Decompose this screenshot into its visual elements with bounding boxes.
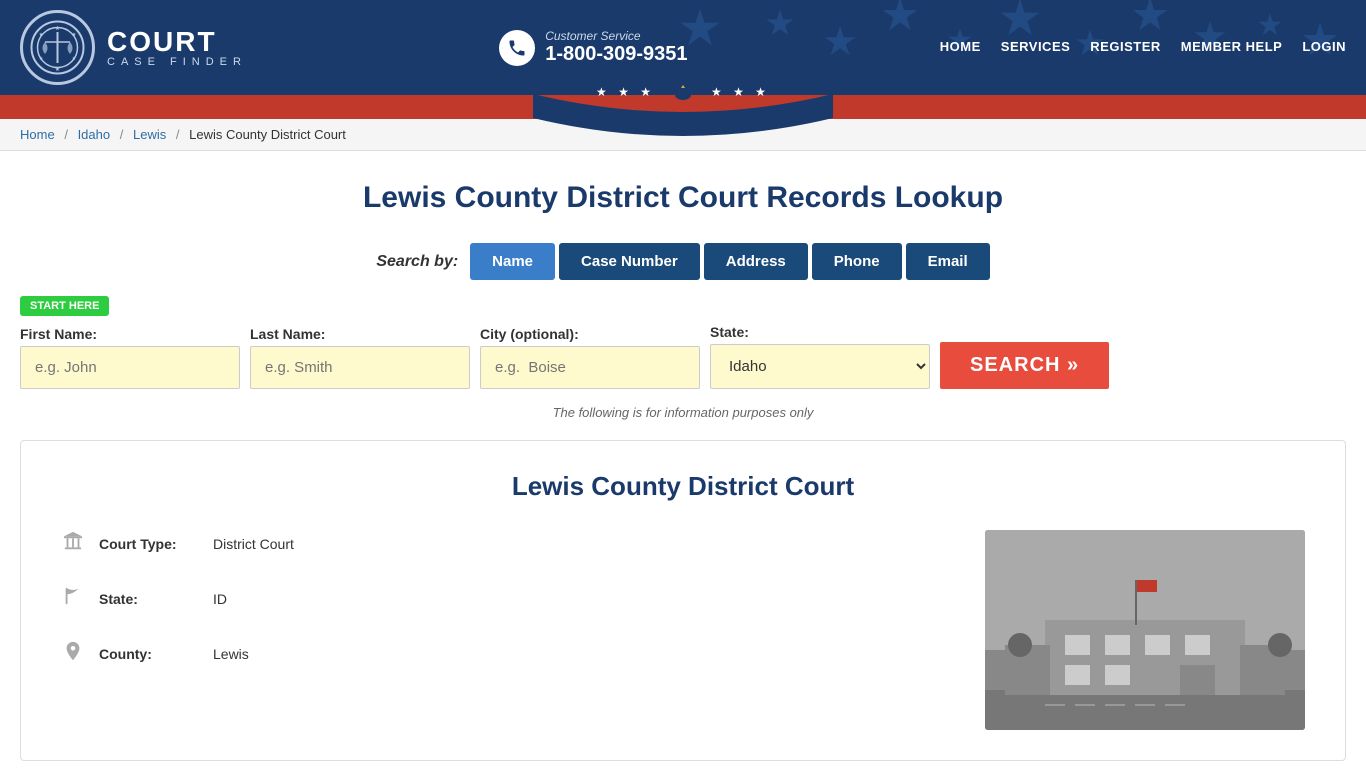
ribbon-area: ★ ★ ★ ★ ★ ★ (0, 95, 1366, 119)
svg-text:★: ★ (55, 25, 60, 32)
breadcrumb-sep-3: / (176, 127, 180, 142)
search-form-area: START HERE First Name: Last Name: City (… (20, 296, 1346, 389)
court-type-value: District Court (213, 536, 294, 552)
county-row: County: Lewis (61, 640, 945, 667)
state-label: State: (710, 324, 930, 340)
search-button[interactable]: SEARCH » (940, 342, 1109, 389)
breadcrumb-sep-1: / (64, 127, 68, 142)
first-name-input[interactable] (20, 346, 240, 389)
city-group: City (optional): (480, 326, 700, 389)
breadcrumb-home[interactable]: Home (20, 127, 55, 142)
stars-left: ★ ★ ★ (596, 85, 655, 99)
tab-case-number[interactable]: Case Number (559, 243, 700, 280)
tab-address[interactable]: Address (704, 243, 808, 280)
county-icon (61, 640, 85, 667)
breadcrumb-current: Lewis County District Court (189, 127, 346, 142)
svg-text:★: ★ (72, 32, 77, 38)
first-name-group: First Name: (20, 326, 240, 389)
nav-register[interactable]: REGISTER (1090, 39, 1160, 56)
state-detail-value: ID (213, 591, 227, 607)
logo-court: COURT (107, 28, 247, 56)
page-title: Lewis County District Court Records Look… (20, 181, 1346, 215)
customer-service: Customer Service 1-800-309-9351 (499, 29, 687, 66)
cs-label: Customer Service (545, 29, 687, 43)
svg-text:★: ★ (764, 4, 795, 43)
city-label: City (optional): (480, 326, 700, 342)
main-content: Lewis County District Court Records Look… (0, 151, 1366, 781)
cs-phone: 1-800-309-9351 (545, 43, 687, 66)
svg-text:★: ★ (1130, 0, 1170, 40)
logo-badge: ★ ★ ★ ★ ★ ★ (20, 10, 95, 85)
court-type-label: Court Type: (99, 536, 199, 552)
svg-text:★: ★ (39, 32, 44, 38)
nav-login[interactable]: LOGIN (1302, 39, 1346, 56)
nav-home[interactable]: HOME (940, 39, 981, 56)
start-here-badge: START HERE (20, 296, 109, 316)
court-card: Lewis County District Court (20, 440, 1346, 761)
stars-right: ★ ★ ★ (711, 85, 770, 99)
state-detail-label: State: (99, 591, 199, 607)
city-input[interactable] (480, 346, 700, 389)
customer-service-text: Customer Service 1-800-309-9351 (545, 29, 687, 66)
court-building-image (985, 530, 1305, 730)
breadcrumb-lewis[interactable]: Lewis (133, 127, 166, 142)
tab-email[interactable]: Email (906, 243, 990, 280)
logo-area: ★ ★ ★ ★ ★ ★ COURT CASE FINDER (20, 10, 247, 85)
svg-text:★: ★ (55, 66, 60, 73)
state-select[interactable]: Idaho (710, 344, 930, 389)
court-details: Court Type: District Court State: ID (61, 530, 945, 730)
logo-svg: ★ ★ ★ ★ ★ ★ (30, 20, 85, 75)
last-name-group: Last Name: (250, 326, 470, 389)
svg-text:★: ★ (822, 20, 858, 64)
county-label: County: (99, 646, 199, 662)
state-group: State: Idaho (710, 324, 930, 389)
logo-text: COURT CASE FINDER (107, 28, 247, 68)
breadcrumb-sep-2: / (120, 127, 124, 142)
state-row: State: ID (61, 585, 945, 612)
svg-text:★: ★ (72, 56, 77, 62)
court-type-icon (61, 530, 85, 557)
nav-services[interactable]: SERVICES (1001, 39, 1071, 56)
search-form-row: First Name: Last Name: City (optional): … (20, 324, 1346, 389)
court-card-title: Lewis County District Court (61, 471, 1305, 502)
svg-text:★: ★ (1257, 9, 1284, 42)
tab-name[interactable]: Name (470, 243, 555, 280)
last-name-label: Last Name: (250, 326, 470, 342)
main-nav: HOME SERVICES REGISTER MEMBER HELP LOGIN (940, 39, 1346, 56)
search-by-label: Search by: (376, 253, 458, 271)
state-icon (61, 585, 85, 612)
court-type-row: Court Type: District Court (61, 530, 945, 557)
last-name-input[interactable] (250, 346, 470, 389)
first-name-label: First Name: (20, 326, 240, 342)
info-text: The following is for information purpose… (20, 405, 1346, 420)
search-by-row: Search by: Name Case Number Address Phon… (20, 243, 1346, 280)
svg-text:★: ★ (39, 56, 44, 62)
svg-text:★: ★ (880, 0, 920, 40)
logo-finder: CASE FINDER (107, 56, 247, 68)
county-value: Lewis (213, 646, 249, 662)
eagle-icon (663, 77, 703, 107)
eagle-container: ★ ★ ★ ★ ★ ★ (596, 77, 770, 107)
court-photo (985, 530, 1305, 730)
court-card-body: Court Type: District Court State: ID (61, 530, 1305, 730)
nav-member-help[interactable]: MEMBER HELP (1181, 39, 1283, 56)
breadcrumb-idaho[interactable]: Idaho (78, 127, 111, 142)
phone-icon (499, 30, 535, 66)
tab-phone[interactable]: Phone (812, 243, 902, 280)
